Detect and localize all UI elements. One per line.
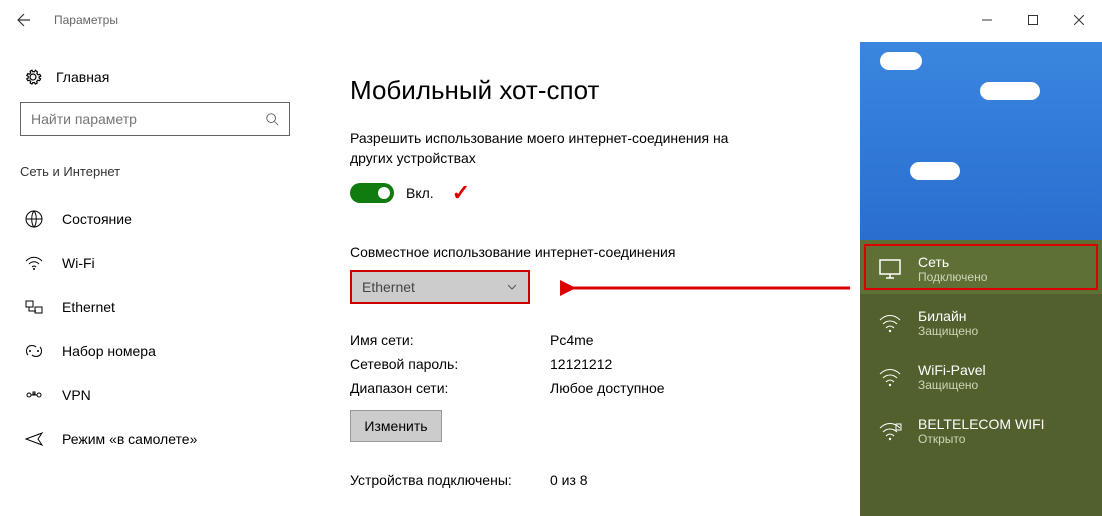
connection-heading: Совместное использование интернет-соедин… xyxy=(350,244,870,260)
network-name-row: Имя сети: Pc4me xyxy=(350,332,870,348)
flyout-item-status: Подключено xyxy=(918,270,987,284)
network-band-label: Диапазон сети: xyxy=(350,380,550,396)
flyout-item-name: WiFi-Pavel xyxy=(918,362,986,378)
flyout-item-status: Открыто xyxy=(918,432,1045,446)
chevron-down-icon xyxy=(506,281,518,293)
network-password-row: Сетевой пароль: 12121212 xyxy=(350,356,870,372)
monitor-icon xyxy=(878,258,902,280)
dropdown-value: Ethernet xyxy=(362,279,415,295)
flyout-item-status: Защищено xyxy=(918,324,978,338)
flyout-item-wifi[interactable]: Билайн Защищено xyxy=(860,294,1102,348)
network-band-value: Любое доступное xyxy=(550,380,665,396)
connection-dropdown[interactable]: Ethernet xyxy=(350,270,530,304)
flyout-item-name: Сеть xyxy=(918,254,987,270)
network-flyout: Сеть Подключено Билайн Защищено WiFi-Pav… xyxy=(860,240,1102,516)
search-icon xyxy=(265,112,279,126)
sidebar-item-label: Ethernet xyxy=(62,299,115,315)
devices-label: Устройства подключены: xyxy=(350,472,550,488)
globe-icon xyxy=(24,209,44,229)
back-button[interactable] xyxy=(0,0,48,40)
ethernet-icon xyxy=(24,297,44,317)
toggle-state-label: Вкл. xyxy=(406,185,434,201)
sidebar-section-label: Сеть и Интернет xyxy=(20,164,310,179)
sidebar: Главная Сеть и Интернет Состояние Wi-Fi … xyxy=(0,60,310,461)
wifi-icon xyxy=(24,253,44,273)
desktop-preview xyxy=(860,42,1102,242)
dialup-icon xyxy=(24,341,44,361)
sidebar-item-label: Состояние xyxy=(62,211,132,227)
sidebar-item-airplane[interactable]: Режим «в самолете» xyxy=(20,417,310,461)
minimize-button[interactable] xyxy=(964,4,1010,36)
sidebar-item-ethernet[interactable]: Ethernet xyxy=(20,285,310,329)
flyout-item-status: Защищено xyxy=(918,378,986,392)
sidebar-item-wifi[interactable]: Wi-Fi xyxy=(20,241,310,285)
airplane-icon xyxy=(24,429,44,449)
main-content: Мобильный хот-спот Разрешить использован… xyxy=(350,75,870,496)
flyout-item-wifi-open[interactable]: BELTELECOM WIFI Открыто xyxy=(860,402,1102,456)
page-title: Мобильный хот-спот xyxy=(350,75,870,106)
sidebar-item-status[interactable]: Состояние xyxy=(20,197,310,241)
search-field[interactable] xyxy=(31,111,265,127)
flyout-item-ethernet[interactable]: Сеть Подключено xyxy=(860,240,1102,294)
sidebar-nav: Состояние Wi-Fi Ethernet Набор номера VP… xyxy=(20,197,310,461)
network-name-value: Pc4me xyxy=(550,332,594,348)
search-input[interactable] xyxy=(20,102,290,136)
sidebar-item-vpn[interactable]: VPN xyxy=(20,373,310,417)
wifi-open-icon xyxy=(878,420,902,442)
wifi-secure-icon xyxy=(878,312,902,334)
titlebar: Параметры xyxy=(0,0,1102,40)
flyout-item-name: Билайн xyxy=(918,308,978,324)
hotspot-toggle-row: Вкл. ✓ xyxy=(350,180,870,206)
sidebar-item-label: Набор номера xyxy=(62,343,156,359)
window-controls xyxy=(964,4,1102,36)
home-label: Главная xyxy=(56,69,109,85)
network-password-value: 12121212 xyxy=(550,356,612,372)
network-password-label: Сетевой пароль: xyxy=(350,356,550,372)
sidebar-item-dialup[interactable]: Набор номера xyxy=(20,329,310,373)
edit-button-label: Изменить xyxy=(364,418,427,434)
home-link[interactable]: Главная xyxy=(20,60,310,102)
devices-row: Устройства подключены: 0 из 8 xyxy=(350,472,870,488)
sidebar-item-label: Wi-Fi xyxy=(62,255,95,271)
network-band-row: Диапазон сети: Любое доступное xyxy=(350,380,870,396)
window-title: Параметры xyxy=(54,13,118,27)
share-description: Разрешить использование моего интернет-с… xyxy=(350,128,770,168)
gear-icon xyxy=(24,68,42,86)
hotspot-toggle[interactable] xyxy=(350,183,394,203)
maximize-button[interactable] xyxy=(1010,4,1056,36)
wifi-secure-icon xyxy=(878,366,902,388)
edit-button[interactable]: Изменить xyxy=(350,410,442,442)
sidebar-item-label: VPN xyxy=(62,387,91,403)
close-button[interactable] xyxy=(1056,4,1102,36)
sidebar-item-label: Режим «в самолете» xyxy=(62,431,197,447)
vpn-icon xyxy=(24,385,44,405)
devices-value: 0 из 8 xyxy=(550,472,588,488)
flyout-item-wifi[interactable]: WiFi-Pavel Защищено xyxy=(860,348,1102,402)
checkmark-icon: ✓ xyxy=(452,180,470,206)
flyout-item-name: BELTELECOM WIFI xyxy=(918,416,1045,432)
network-name-label: Имя сети: xyxy=(350,332,550,348)
